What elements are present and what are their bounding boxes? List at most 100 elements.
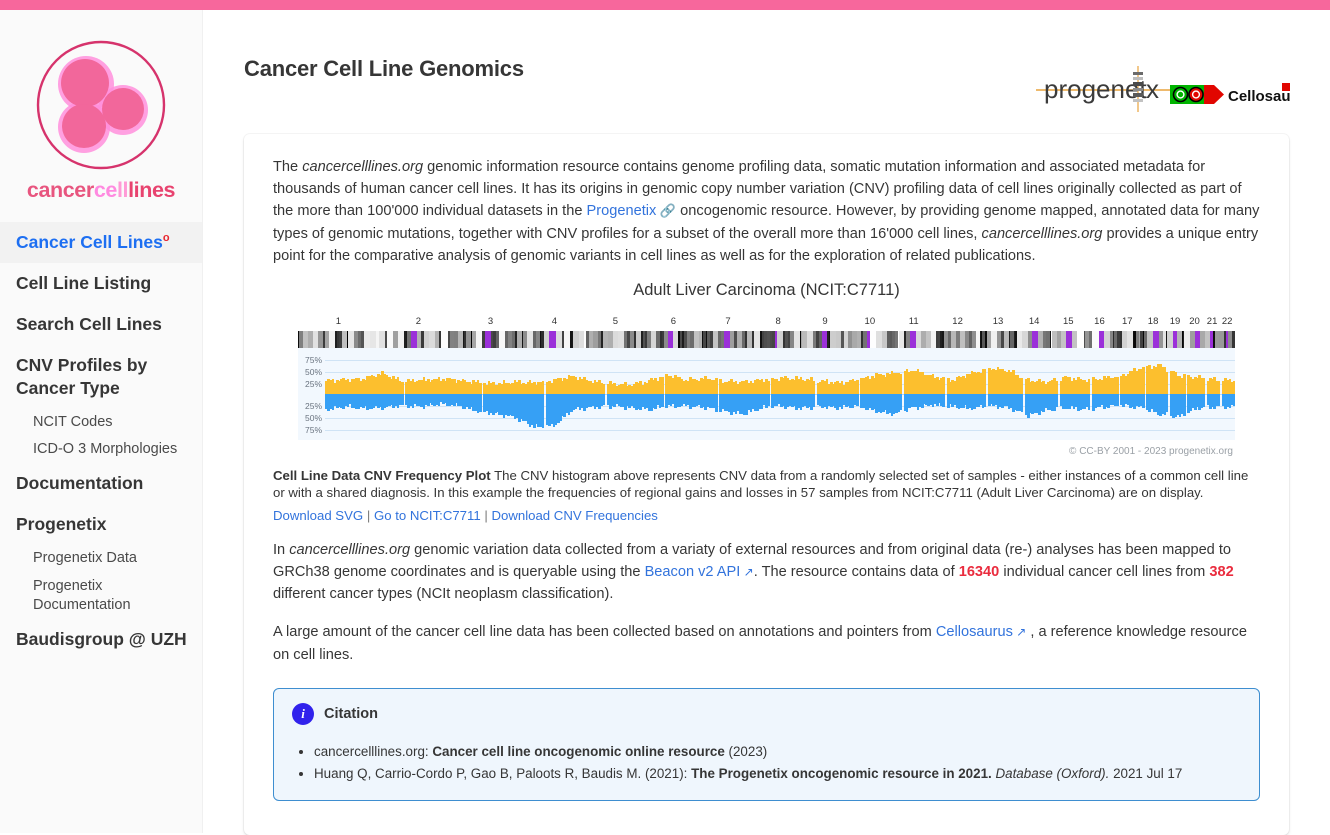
gain-bar (942, 377, 946, 394)
loss-bar (715, 393, 718, 412)
plot-container: 1 2 3 4 5 6 7 8 9 10 11 12 13 14 15 16 17 18 19 20 21 22 75% … (273, 316, 1260, 457)
chromosome-label-8: 8 (775, 315, 781, 327)
ytick-top-25: 25% (304, 378, 322, 389)
gain-bar (1217, 380, 1221, 394)
logo-word-ce: ce (93, 178, 118, 202)
citation-1-italic: Database (Oxford). (991, 765, 1110, 781)
info-icon: i (292, 702, 314, 725)
gain-bar (1020, 378, 1024, 394)
progenetix-logo-icon[interactable]: progenet x (1034, 60, 1174, 116)
chromosome-label-6: 6 (670, 315, 677, 327)
loss-bar (1232, 393, 1235, 406)
sidebar-item-superscript: o (162, 231, 170, 244)
loss-bar (1055, 393, 1058, 408)
chromosome-axis-labels: 1 2 3 4 5 6 7 8 9 10 11 12 13 14 15 16 17 18 19 20 21 22 (298, 316, 1235, 329)
gain-bar (1165, 371, 1169, 394)
gain-bar (1141, 366, 1145, 394)
sidebar-item-progenetix[interactable]: Progenetix (0, 504, 202, 545)
sidebar-item-search-cell-lines[interactable]: Search Cell Lines (0, 304, 202, 345)
sep-1: | (363, 507, 374, 523)
progenetix-link[interactable]: Progenetix (587, 203, 657, 219)
gain-bar (899, 373, 902, 394)
loss-bar (942, 393, 946, 408)
sidebar-item-progenetix-data[interactable]: Progenetix Data (0, 545, 202, 572)
sidebar-item-baudisgroup-uzh[interactable]: Baudisgroup @ UZH (0, 619, 202, 660)
citation-box: i Citation cancercelllines.org: Cancer c… (273, 687, 1260, 802)
loss-bar (1115, 393, 1119, 406)
loss-bar (1217, 393, 1221, 406)
para2: In cancercelllines.org genomic variation… (273, 539, 1260, 606)
cell-line-count: 16340 (958, 564, 1000, 581)
plot-area: 75% 50% 25% 25% 50% 75% (298, 347, 1235, 440)
sidebar-item-documentation[interactable]: Documentation (0, 463, 202, 504)
gridline (325, 371, 1235, 373)
gain-bar (602, 384, 606, 394)
gain-bar (1115, 376, 1119, 394)
chromosome-label-9: 9 (822, 315, 828, 327)
gain-bar (767, 380, 770, 394)
svg-text:x: x (1146, 74, 1159, 104)
page-header: Cancer Cell Line Genomics progenet x Cel… (203, 10, 1330, 116)
chromosome-label-22: 22 (1221, 315, 1233, 327)
loss-bar (541, 393, 545, 428)
chromosome-label-18: 18 (1147, 315, 1159, 327)
loss-bar (478, 393, 482, 412)
sidebar-item-ncit-codes[interactable]: NCIT Codes (0, 409, 202, 436)
logo-word-cancer: cancer (26, 178, 94, 202)
site-logo[interactable]: cancercelllines (0, 10, 202, 206)
download-cnv-frequencies-link[interactable]: Download CNV Frequencies (491, 508, 657, 523)
loss-bar (767, 393, 770, 407)
main-content: Cancer Cell Line Genomics progenet x Cel… (203, 10, 1330, 835)
beacon-v2-api-link[interactable]: Beacon v2 API (645, 564, 741, 580)
intro-paragraph: The cancercelllines.org genomic informat… (273, 156, 1260, 267)
loss-bar (1202, 393, 1206, 408)
goto-ncit-link[interactable]: Go to NCIT:C7711 (374, 508, 481, 523)
sidebar-item-icdo3-morphologies[interactable]: ICD-O 3 Morphologies (0, 436, 202, 463)
gridline (325, 359, 1235, 361)
gain-bar (715, 377, 718, 394)
gain-bar (983, 369, 987, 394)
loss-bar (1141, 393, 1145, 409)
chart-caption: Cell Line Data CNV Frequency Plot The CN… (273, 467, 1260, 502)
external-link-icon: ↗ (740, 565, 754, 580)
logo-word-ll: ll (116, 178, 129, 202)
chromosome-label-14: 14 (1028, 315, 1040, 327)
para3-a: A large amount of the cancer cell line d… (273, 624, 936, 641)
download-svg-link[interactable]: Download SVG (273, 508, 363, 523)
cellosaurus-link[interactable]: Cellosaurus (936, 624, 1013, 640)
intro-italic-2: cancercelllines.org (981, 225, 1103, 242)
chromosome-label-1: 1 (335, 315, 342, 327)
chromosome-label-4: 4 (551, 315, 558, 327)
sidebar-item-cnv-profiles-by-cancer-type[interactable]: CNV Profiles by Cancer Type (0, 345, 202, 409)
loss-bar (899, 393, 902, 411)
gridline (325, 417, 1235, 419)
cellosaurus-logo-icon[interactable]: Cellosaurus (1170, 82, 1290, 108)
loss-bar (602, 393, 606, 406)
chromosome-label-12: 12 (952, 315, 963, 327)
gain-bar (1055, 381, 1058, 394)
loss-bar (1165, 393, 1169, 413)
list-item: cancercelllines.org: Cancer cell line on… (314, 741, 1241, 763)
chromosome-label-2: 2 (415, 315, 422, 327)
loss-bar (1183, 393, 1186, 417)
logo-word-lines: lines (128, 178, 176, 202)
list-item: Huang Q, Carrio-Cordo P, Gao B, Paloots … (314, 763, 1241, 785)
external-link-icon-2: ↗ (1012, 625, 1027, 640)
loss-bar (1087, 393, 1091, 410)
ytick-top-50: 50% (304, 366, 322, 377)
sidebar-item-progenetix-documentation[interactable]: Progenetix Documentation (0, 573, 131, 619)
loss-bar (1020, 393, 1024, 413)
gridline (325, 429, 1235, 431)
chromosome-label-19: 19 (1169, 315, 1181, 327)
citation-0-bold: Cancer cell line oncogenomic online reso… (432, 743, 725, 759)
para3: A large amount of the cancer cell line d… (273, 621, 1260, 665)
gain-bar (541, 380, 545, 394)
citation-list: cancercelllines.org: Cancer cell line on… (292, 741, 1241, 784)
sidebar-item-label: Cancer Cell Lines (16, 231, 163, 252)
ytick-bottom-50: 50% (304, 412, 322, 423)
sidebar-item-cell-line-listing[interactable]: Cell Line Listing (0, 263, 202, 304)
chromosome-label-5: 5 (612, 315, 619, 327)
para2-c: . The resource contains data of (753, 564, 959, 581)
sidebar-item-cancer-cell-lines[interactable]: Cancer Cell Lineso (0, 221, 202, 263)
ideogram-band (1232, 330, 1235, 348)
